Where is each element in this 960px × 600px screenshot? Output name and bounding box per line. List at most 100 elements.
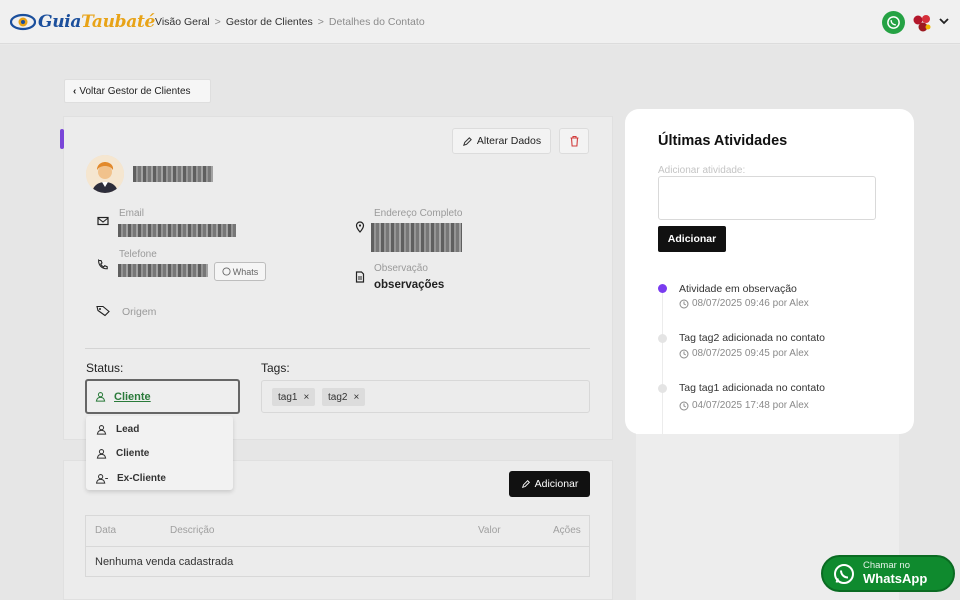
table-empty-message: Nenhuma venda cadastrada [95, 556, 234, 568]
tag-chip: tag2 × [322, 388, 366, 406]
eye-logo-icon [10, 13, 36, 31]
location-pin-icon [355, 221, 365, 233]
section-divider [85, 348, 590, 349]
timeline-line [662, 289, 663, 434]
delete-button[interactable] [559, 128, 589, 154]
status-option-label: Ex-Cliente [117, 472, 166, 484]
clock-icon [679, 401, 689, 410]
breadcrumb: Visão Geral > Gestor de Clientes > Detalhes … [155, 16, 425, 28]
activity-title: Atividade em observação [679, 283, 797, 295]
add-sale-button[interactable]: Adicionar [509, 471, 590, 497]
activity-meta: 08/07/2025 09:46 por Alex [679, 298, 809, 309]
activity-meta: 04/07/2025 17:48 por Alex [679, 400, 809, 411]
phone-label: Telefone [119, 249, 157, 260]
status-option-cliente[interactable]: Cliente [96, 445, 149, 461]
activity-meta-text: 04/07/2025 17:48 por Alex [692, 400, 809, 411]
timeline-dot [658, 334, 667, 343]
clock-icon [679, 349, 689, 358]
activity-textarea[interactable] [658, 176, 876, 220]
sales-table: Data Descrição Valor Ações Nenhuma venda… [85, 515, 590, 577]
status-option-lead[interactable]: Lead [96, 421, 139, 437]
observation-label: Observação [374, 263, 428, 274]
timeline-dot [658, 284, 667, 293]
timeline-dot [658, 384, 667, 393]
tags-input[interactable]: tag1 × tag2 × [261, 380, 590, 413]
tag-icon [96, 305, 110, 317]
whatsapp-icon[interactable] [882, 11, 905, 34]
activities-title: Últimas Atividades [658, 133, 788, 149]
status-option-ex-cliente[interactable]: Ex-Cliente [96, 470, 166, 486]
whatsapp-chat-button[interactable]: Chamar no WhatsApp [821, 555, 955, 592]
activities-card: Últimas Atividades Adicionar atividade: … [636, 117, 899, 434]
table-header-divider [86, 546, 589, 547]
card-accent-bar [60, 129, 64, 149]
add-sale-label: Adicionar [534, 478, 579, 490]
whats-button[interactable]: Whats [214, 262, 266, 281]
activity-meta-text: 08/07/2025 09:46 por Alex [692, 298, 809, 309]
breadcrumb-item-overview[interactable]: Visão Geral [155, 16, 210, 28]
logo[interactable]: GuiaTaubaté [10, 10, 155, 34]
observation-value: observações [374, 279, 445, 291]
tag-remove-icon[interactable]: × [353, 392, 359, 403]
person-search-icon [96, 424, 107, 435]
phone-value-redacted [118, 264, 208, 277]
status-select[interactable]: Cliente [85, 379, 240, 414]
whatsapp-icon [834, 563, 854, 584]
activity-input-label: Adicionar atividade: [658, 165, 746, 176]
email-value-redacted [118, 224, 236, 237]
logo-text: GuiaTaubaté [38, 12, 156, 32]
status-label: Status: [86, 361, 124, 375]
pencil-icon [521, 480, 530, 489]
activity-meta: 08/07/2025 09:45 por Alex [679, 348, 809, 359]
whatsapp-line1: Chamar no [863, 560, 910, 571]
top-bar: GuiaTaubaté Visão Geral > Gestor de Client… [0, 0, 960, 44]
edit-data-button[interactable]: Alterar Dados [452, 128, 551, 154]
activity-title: Tag tag1 adicionada no contato [679, 382, 825, 394]
status-value: Cliente [114, 390, 151, 403]
activity-title: Tag tag2 adicionada no contato [679, 332, 825, 344]
whatsapp-chat-text: Chamar no WhatsApp [863, 560, 928, 587]
email-label: Email [119, 208, 145, 219]
origin-label: Origem [122, 306, 157, 318]
whats-button-label: Whats [232, 266, 259, 277]
whatsapp-small-icon [222, 267, 231, 276]
document-icon [355, 271, 365, 283]
clock-icon [679, 299, 689, 308]
person-icon [95, 392, 106, 402]
activities-card-highlight: Últimas Atividades Adicionar atividade: … [625, 109, 914, 434]
envelope-icon [97, 216, 109, 226]
column-header-description: Descrição [170, 525, 215, 536]
whatsapp-line2: WhatsApp [863, 571, 928, 586]
contact-name-redacted [133, 166, 213, 182]
status-dropdown-menu: Lead Cliente Ex-Cliente [86, 416, 233, 490]
back-to-client-manager-button[interactable]: ‹ Voltar Gestor de Clientes [64, 79, 211, 103]
tag-chip-label: tag1 [278, 391, 298, 403]
tag-chip-label: tag2 [328, 391, 348, 403]
column-header-value: Valor [478, 525, 501, 536]
tag-remove-icon[interactable]: × [303, 392, 309, 403]
add-activity-button[interactable]: Adicionar [658, 226, 726, 252]
contact-avatar [86, 155, 124, 193]
breadcrumb-item-current: Detalhes do Contato [328, 16, 425, 28]
status-option-label: Cliente [116, 447, 150, 459]
trash-icon [570, 135, 578, 147]
status-option-label: Lead [116, 423, 140, 435]
chevron-left-icon: ‹ [73, 85, 77, 97]
user-avatar-icon[interactable] [911, 12, 933, 34]
person-remove-icon [96, 473, 108, 484]
person-avatar-icon [86, 155, 124, 193]
chevron-down-icon[interactable] [937, 14, 951, 28]
back-button-label: Voltar Gestor de Clientes [79, 85, 191, 97]
tag-chip: tag1 × [272, 388, 316, 406]
column-header-actions: Ações [553, 525, 581, 536]
address-value-redacted [371, 223, 462, 252]
activity-meta-text: 08/07/2025 09:45 por Alex [692, 348, 809, 359]
person-icon [96, 448, 107, 459]
edit-data-label: Alterar Dados [476, 135, 542, 147]
tags-label: Tags: [261, 361, 290, 375]
column-header-date: Data [95, 525, 117, 536]
address-label: Endereço Completo [374, 208, 463, 219]
phone-icon [98, 259, 108, 270]
pencil-icon [462, 136, 472, 146]
breadcrumb-item-client-manager[interactable]: Gestor de Clientes [226, 16, 313, 28]
